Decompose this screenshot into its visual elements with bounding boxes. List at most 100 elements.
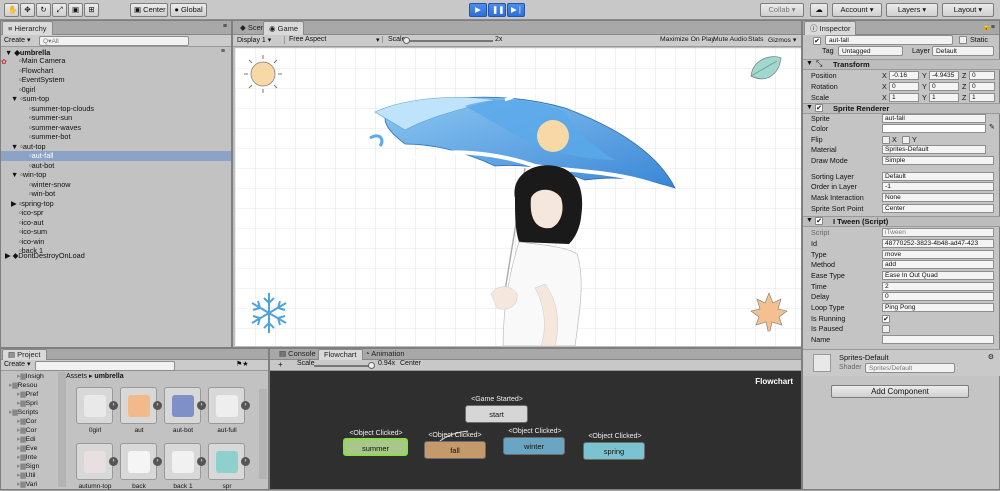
transform-header[interactable]: Transform [803, 59, 1000, 70]
hierarchy-item[interactable]: ▫summer-top-clouds [1, 104, 231, 114]
hierarchy-item[interactable]: ▫0girl [1, 85, 231, 95]
foldout-arrow-icon[interactable]: ▶ [11, 199, 19, 208]
hierarchy-item[interactable]: ▫ico-spr [1, 208, 231, 218]
foldout-arrow-icon[interactable]: ▼ [806, 104, 813, 111]
asset-thumbnail[interactable]: › [208, 443, 250, 480]
sprite-renderer-enabled-checkbox[interactable]: ✔ [815, 104, 823, 112]
pivot-center-button[interactable]: ▣ Center [130, 3, 168, 17]
itween-header[interactable]: I Tween (Script) [803, 216, 1000, 227]
foldout-arrow-icon[interactable]: ▼ [11, 94, 20, 103]
tab-inspector[interactable]: ⓘ Inspector [804, 21, 857, 35]
hierarchy-create-button[interactable]: Create ▾ [4, 36, 30, 44]
hierarchy-item[interactable]: ▫win-bot [1, 189, 231, 199]
tab-console[interactable]: ▤ Console [274, 349, 321, 360]
aspect-dropdown[interactable]: Free Aspect [289, 36, 383, 43]
flowchart-scale-handle[interactable] [368, 362, 375, 369]
flip-x-checkbox[interactable] [882, 136, 890, 144]
project-tree-scrollbar[interactable] [58, 372, 66, 487]
hierarchy-search-input[interactable]: Q▾All [39, 36, 189, 46]
hierarchy-item[interactable]: ▫summer-bot [1, 132, 231, 142]
material-field[interactable]: Sprites-Default [882, 145, 986, 154]
draw-mode-dropdown[interactable]: Simple [882, 156, 994, 165]
hierarchy-item[interactable]: ▼ ▫win-top [1, 170, 231, 180]
foldout-arrow-icon[interactable]: ▼ [11, 170, 20, 179]
pause-button[interactable]: ❚❚ [488, 3, 506, 17]
add-block-button[interactable]: + [278, 360, 283, 369]
scale-y[interactable]: 1 [929, 93, 959, 102]
panel-menu-icon[interactable]: ≡ [223, 23, 227, 30]
breadcrumb-assets[interactable]: Assets [66, 373, 87, 380]
layout-dropdown[interactable]: Layout ▾ [942, 3, 994, 17]
object-name-field[interactable]: aut-fall [825, 35, 953, 45]
hierarchy-item[interactable]: ▶ ▫spring-top [1, 199, 231, 209]
eyedropper-icon[interactable]: ✎ [989, 123, 995, 131]
project-search-input[interactable] [35, 361, 175, 371]
scale-slider[interactable] [408, 40, 493, 42]
mask-interaction-dropdown[interactable]: None [882, 193, 994, 202]
step-button[interactable]: ▶❘ [507, 3, 525, 17]
hierarchy-item[interactable]: ▫Flowchart [1, 66, 231, 76]
hierarchy-item[interactable]: ▫ico-aut [1, 218, 231, 228]
foldout-arrow-icon[interactable]: ▼ [806, 217, 813, 224]
collab-button[interactable]: Collab ▾ [760, 3, 804, 17]
expand-sprite-icon[interactable]: › [197, 457, 206, 466]
transform-tool-icon[interactable]: ⊞ [84, 3, 99, 17]
delay-field[interactable]: 0 [882, 292, 994, 301]
scale-z[interactable]: 1 [969, 93, 995, 102]
sprite-sort-point-dropdown[interactable]: Center [882, 204, 994, 213]
dont-destroy-root[interactable]: ▶ ◆DontDestroyOnLoad [5, 251, 85, 261]
hierarchy-item[interactable]: ▫ico-win [1, 237, 231, 247]
is-running-checkbox[interactable]: ✔ [882, 315, 890, 323]
asset-thumbnail[interactable]: › [120, 443, 162, 480]
filter-icon[interactable]: ⚑★ [236, 360, 249, 368]
project-tree-item[interactable]: ▸▆Vari [17, 480, 37, 490]
method-field[interactable]: add [882, 260, 994, 269]
flowchart-scale-slider[interactable] [314, 365, 372, 367]
position-z[interactable]: 0 [969, 71, 995, 80]
hierarchy-item[interactable]: ▫summer-waves [1, 123, 231, 133]
hierarchy-item[interactable]: ▼ ▫sum-top [1, 94, 231, 104]
active-checkbox[interactable]: ✔ [813, 37, 821, 45]
expand-sprite-icon[interactable]: › [197, 401, 206, 410]
breadcrumb-umbrella[interactable]: umbrella [94, 373, 123, 380]
expand-sprite-icon[interactable]: › [109, 457, 118, 466]
account-dropdown[interactable]: Account ▾ [832, 3, 882, 17]
asset-thumbnail[interactable]: › [164, 443, 206, 480]
expand-sprite-icon[interactable]: › [241, 401, 250, 410]
time-field[interactable]: 2 [882, 282, 994, 291]
hierarchy-item[interactable]: ▼ ▫aut-top [1, 142, 231, 152]
shader-dropdown[interactable]: Sprites/Default [865, 363, 955, 373]
hierarchy-item[interactable]: ▫winter-snow [1, 180, 231, 190]
hierarchy-item[interactable]: ▫aut-fall [1, 151, 231, 161]
name-field[interactable] [882, 335, 994, 344]
position-y[interactable]: -4.9435 [929, 71, 959, 80]
spring-block[interactable]: spring [583, 442, 645, 460]
start-block[interactable]: start [465, 405, 528, 423]
summer-block[interactable]: summer [343, 438, 408, 456]
rotation-y[interactable]: 0 [929, 82, 959, 91]
scale-tool-icon[interactable]: ⤢ [52, 3, 67, 17]
asset-thumbnail[interactable]: › [120, 387, 162, 424]
foldout-arrow-icon[interactable]: ▼ [11, 142, 20, 151]
sprite-field[interactable]: aut-fall [882, 114, 986, 123]
rotation-x[interactable]: 0 [889, 82, 919, 91]
asset-thumbnail[interactable]: › [208, 387, 250, 424]
foldout-arrow-icon[interactable]: ▼ [806, 60, 813, 67]
rect-tool-icon[interactable]: ▣ [68, 3, 83, 17]
expand-sprite-icon[interactable]: › [109, 401, 118, 410]
project-create-button[interactable]: Create ▾ [4, 360, 30, 368]
hierarchy-item[interactable]: ▫aut-bot [1, 161, 231, 171]
play-button[interactable]: ▶ [469, 3, 487, 17]
asset-thumbnail[interactable]: › [76, 443, 118, 480]
is-paused-checkbox[interactable] [882, 325, 890, 333]
add-component-button[interactable]: Add Component [831, 385, 969, 398]
static-checkbox[interactable] [959, 36, 967, 44]
tab-project[interactable]: ▤ Project [2, 349, 47, 360]
layer-dropdown[interactable]: Default [932, 46, 994, 56]
hierarchy-item[interactable]: ▫EventSystem [1, 75, 231, 85]
hierarchy-item[interactable]: ▫ico-sum [1, 227, 231, 237]
asset-thumbnail[interactable]: › [164, 387, 206, 424]
cloud-icon[interactable]: ☁ [810, 3, 828, 17]
hierarchy-item[interactable]: ▫Main Camera [1, 56, 231, 66]
fall-block[interactable]: fall [424, 441, 486, 459]
